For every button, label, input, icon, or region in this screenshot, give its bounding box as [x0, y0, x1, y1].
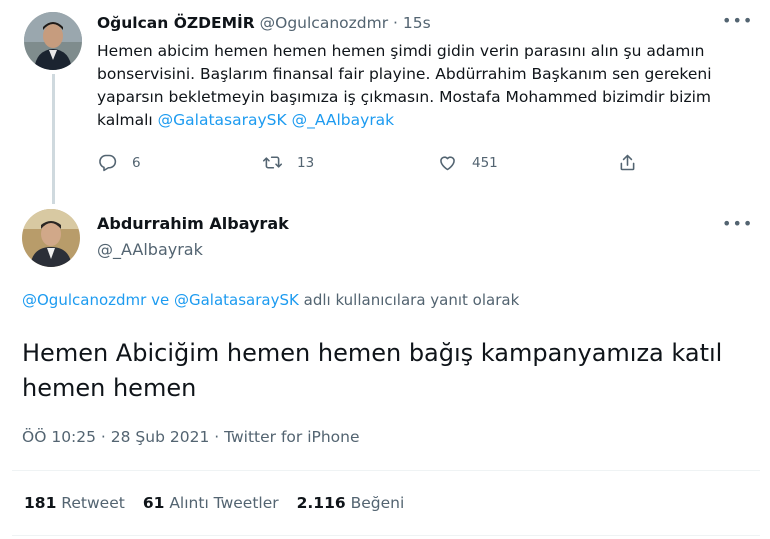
- tweet-stats: 181 Retweet 61 Alıntı Tweetler 2.116 Beğ…: [24, 494, 404, 512]
- main-author-name[interactable]: Abdurrahim Albayrak: [97, 214, 289, 233]
- retweet-icon: [262, 156, 283, 169]
- reply-icon: [99, 154, 117, 172]
- thread-connector-line: [52, 74, 55, 204]
- main-more-options-icon[interactable]: •••: [722, 214, 753, 233]
- header-separator: ·: [393, 14, 398, 32]
- mention-link[interactable]: @GalatasaraySK: [158, 111, 287, 129]
- parent-author-handle[interactable]: @Ogulcanozdmr: [260, 14, 388, 32]
- likes-stat[interactable]: 2.116 Beğeni: [297, 494, 405, 512]
- quotes-stat[interactable]: 61 Alıntı Tweetler: [143, 494, 279, 512]
- reply-suffix: adlı kullanıcılara yanıt olarak: [303, 291, 520, 309]
- divider: [12, 470, 760, 471]
- tweet-timestamp[interactable]: ÖÖ 10:25 · 28 Şub 2021 · Twitter for iPh…: [22, 428, 360, 446]
- quotes-value: 61: [142, 494, 165, 512]
- reply-and-word: ve: [151, 291, 170, 309]
- parent-author-name[interactable]: Oğulcan ÖZDEMİR: [97, 14, 255, 32]
- like-button[interactable]: 451: [437, 152, 498, 173]
- like-icon: [440, 156, 455, 171]
- likes-value: 2.116: [296, 494, 346, 512]
- parent-tweet-actions: 6 13 451: [97, 152, 657, 178]
- like-count: 451: [472, 154, 498, 171]
- divider: [12, 535, 760, 536]
- parent-tweet-text: Hemen abicim hemen hemen hemen şimdi gid…: [97, 40, 737, 132]
- main-tweet-text: Hemen Abiciğim hemen hemen bağış kampany…: [22, 339, 723, 402]
- reply-count: 6: [132, 154, 141, 171]
- share-icon: [620, 154, 635, 171]
- reply-mention-link[interactable]: @GalatasaraySK: [174, 291, 299, 309]
- parent-author-avatar[interactable]: [24, 12, 82, 70]
- retweet-count: 13: [297, 154, 315, 171]
- share-button[interactable]: [617, 152, 638, 173]
- main-author-handle[interactable]: @_AAlbayrak: [97, 240, 203, 259]
- retweet-button[interactable]: 13: [262, 152, 314, 173]
- replying-to: @Ogulcanozdmr ve @GalatasaraySK adlı kul…: [22, 291, 519, 309]
- retweets-label: Retweet: [61, 494, 125, 512]
- parent-more-options-icon[interactable]: •••: [722, 11, 753, 30]
- reply-mention-link[interactable]: @Ogulcanozdmr: [22, 291, 146, 309]
- retweets-stat[interactable]: 181 Retweet: [24, 494, 125, 512]
- quotes-label: Alıntı Tweetler: [169, 494, 279, 512]
- parent-tweet-time[interactable]: 15s: [403, 14, 431, 32]
- parent-tweet-header: Oğulcan ÖZDEMİR @Ogulcanozdmr · 15s: [97, 14, 431, 32]
- retweets-value: 181: [24, 494, 57, 512]
- reply-button[interactable]: 6: [97, 152, 141, 173]
- mention-link[interactable]: @_AAlbayrak: [292, 111, 395, 129]
- likes-label: Beğeni: [350, 494, 405, 512]
- main-author-avatar[interactable]: [22, 209, 80, 267]
